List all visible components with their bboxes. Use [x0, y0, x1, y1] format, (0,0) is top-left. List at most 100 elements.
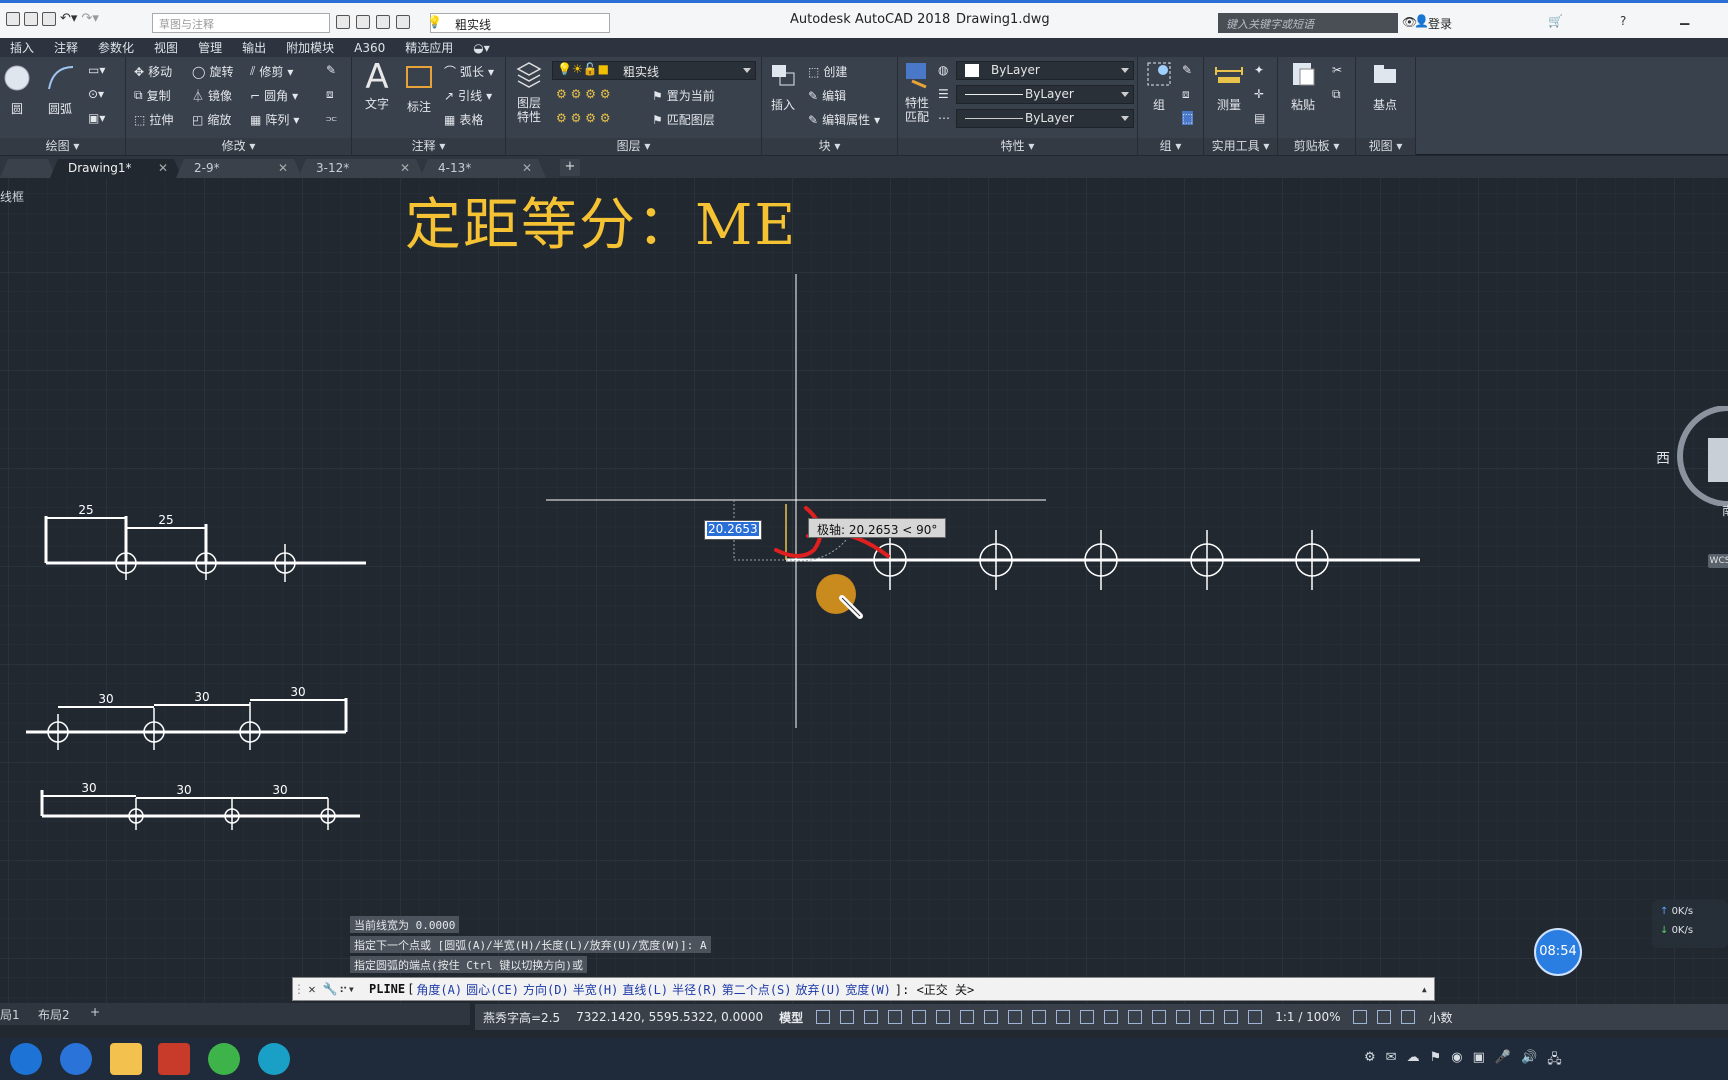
lineweight-icon[interactable]: ⋯ — [938, 111, 950, 125]
drawing-canvas[interactable]: 25 25 30 30 30 30 30 30 线框 定距等分：ME 20.26… — [0, 178, 1728, 1004]
menu-item-featured[interactable]: 精选应用 — [395, 39, 463, 56]
minimize-icon[interactable]: ▁ — [1680, 11, 1689, 25]
annotation-scale-dropdown[interactable]: 1:1 / 100% — [1267, 1010, 1348, 1024]
tray-icon[interactable]: ⚙ — [1364, 1050, 1376, 1072]
selection-filter-icon[interactable] — [1152, 1010, 1167, 1024]
cart-icon[interactable]: 🛒 — [1548, 14, 1563, 28]
linetype-dropdown[interactable]: ByLayer — [956, 85, 1134, 104]
dynamic-ucs-icon[interactable] — [1128, 1010, 1143, 1024]
group-edit-icon[interactable]: ⧈ — [1182, 87, 1190, 102]
option-second-point[interactable]: 第二个点(S) — [722, 981, 792, 998]
erase-tool[interactable]: ✎ — [326, 63, 336, 77]
clipboard-panel-title[interactable]: 剪贴板 ▾ — [1278, 138, 1355, 155]
wechat-icon[interactable] — [208, 1043, 240, 1075]
tab-4-13[interactable]: 4-13* ✕ — [420, 159, 546, 178]
tab-2-9[interactable]: 2-9* ✕ — [176, 159, 302, 178]
chevron-up-icon[interactable]: ▴ — [1421, 982, 1428, 996]
tray-icon[interactable]: ☁ — [1407, 1050, 1420, 1072]
menu-item-output[interactable]: 输出 — [232, 39, 276, 56]
id-point-icon[interactable]: ✦ — [1254, 63, 1264, 77]
layers-panel-title[interactable]: 图层 ▾ — [506, 138, 761, 155]
start-icon[interactable] — [10, 1043, 42, 1075]
option-center[interactable]: 圆心(CE) — [466, 981, 519, 998]
save-as-icon[interactable] — [24, 11, 38, 26]
login-button[interactable]: 登录 — [1428, 15, 1452, 32]
explode-tool[interactable]: ⧈ — [326, 87, 334, 102]
annotation-scale-icon[interactable] — [1248, 1010, 1263, 1024]
option-line[interactable]: 直线(L) — [622, 981, 668, 998]
stretch-button[interactable]: ⬚ 拉伸 — [134, 111, 173, 128]
paste-button[interactable]: 粘贴 — [1288, 59, 1318, 113]
layer-props-button[interactable]: 图层 特性 — [514, 59, 544, 124]
lineweight-toggle-icon[interactable] — [1032, 1010, 1047, 1024]
grid-icon[interactable] — [816, 1010, 831, 1024]
app-k-icon[interactable] — [60, 1043, 92, 1075]
menu-item-parametric[interactable]: 参数化 — [88, 39, 144, 56]
edit-block-button[interactable]: ✎ 编辑 — [808, 87, 846, 104]
trim-button[interactable]: ⫽ 修剪 ▾ — [250, 63, 293, 80]
model-space-button[interactable]: 模型 — [771, 1009, 811, 1026]
view-panel-title[interactable]: 视图 ▾ — [1356, 138, 1415, 155]
table-button[interactable]: ▦ 表格 — [444, 111, 483, 128]
circle-button[interactable]: 圆 — [2, 63, 32, 117]
tray-icon[interactable]: ✉ — [1386, 1050, 1397, 1072]
gear-icon[interactable] — [1353, 1010, 1368, 1024]
layer-dropdown[interactable]: 💡☀🔓■ 粗实线 — [552, 61, 756, 80]
save-icon[interactable] — [6, 11, 20, 26]
3d-osnap-icon[interactable] — [1104, 1010, 1119, 1024]
modify-panel-title[interactable]: 修改 ▾ — [126, 138, 351, 155]
leader-button[interactable]: ↗ 引线 ▾ — [444, 87, 492, 104]
option-angle[interactable]: 角度(A) — [416, 981, 462, 998]
auto-scale-icon[interactable] — [1224, 1010, 1239, 1024]
help-icon[interactable]: ? — [1620, 14, 1626, 28]
edge-icon[interactable] — [258, 1043, 290, 1075]
autocad-icon[interactable] — [158, 1043, 190, 1075]
arc-button[interactable]: 圆弧 — [42, 63, 78, 117]
hatch-tool[interactable]: ⊙▾ — [88, 87, 104, 101]
move-button[interactable]: ✥ 移动 — [134, 63, 172, 80]
option-radius[interactable]: 半径(R) — [672, 981, 718, 998]
groups-panel-title[interactable]: 组 ▾ — [1138, 138, 1203, 155]
viewcube[interactable]: 西 南 WCS — [1656, 405, 1728, 568]
workspace-selector[interactable]: 草图与注释 — [152, 13, 330, 33]
close-icon[interactable]: ✕ — [522, 161, 532, 175]
layer-tools-row2[interactable]: ⚙ ⚙ ⚙ ⚙ — [556, 111, 610, 125]
option-width[interactable]: 宽度(W) — [845, 981, 891, 998]
polar-icon[interactable] — [936, 1010, 951, 1024]
ortho-icon[interactable] — [912, 1010, 927, 1024]
color-dropdown[interactable]: ByLayer — [956, 61, 1134, 80]
properties-panel-title[interactable]: 特性 ▾ — [898, 138, 1137, 155]
print-icon[interactable] — [42, 11, 56, 26]
dynamic-input-icon[interactable] — [888, 1010, 903, 1024]
array-button[interactable]: ▦ 阵列 ▾ — [250, 111, 299, 128]
close-icon[interactable]: ✕ — [400, 161, 410, 175]
ungroup-icon[interactable]: ✎ — [1182, 63, 1192, 77]
tray-icon[interactable]: ⚑ — [1430, 1050, 1442, 1072]
tab-drawing1[interactable]: Drawing1* ✕ — [50, 159, 182, 178]
search-input[interactable]: 键入关键字或短语 — [1218, 13, 1398, 33]
coordinates-readout[interactable]: 7322.1420, 5595.5322, 0.0000 — [568, 1010, 771, 1024]
set-current-button[interactable]: ⚑ 置为当前 — [652, 87, 715, 104]
color-wheel-icon[interactable]: ◍ — [938, 63, 948, 77]
rotate-button[interactable]: ◯ 旋转 — [192, 63, 233, 80]
plot-icon[interactable] — [396, 15, 410, 29]
utilities-panel-title[interactable]: 实用工具 ▾ — [1204, 138, 1277, 155]
tray-icon[interactable]: ◉ — [1451, 1050, 1462, 1072]
cut-icon[interactable]: ✂ — [1332, 63, 1342, 77]
plus-icon[interactable] — [1377, 1010, 1392, 1024]
close-icon[interactable]: ✕ — [303, 982, 321, 996]
redo-icon[interactable]: ↷▾ — [81, 11, 98, 26]
transparency-icon[interactable] — [1056, 1010, 1071, 1024]
dynamic-input-field[interactable]: 20.2653 — [704, 520, 762, 540]
arc-length-button[interactable]: ⌒ 弧长 ▾ — [444, 63, 494, 80]
match-layer-button[interactable]: ⚑ 匹配图层 — [652, 111, 715, 128]
tab-layout2[interactable]: 布局2 — [38, 1006, 70, 1023]
gizmo-icon[interactable] — [1176, 1010, 1191, 1024]
create-block-button[interactable]: ⬚ 创建 — [808, 63, 847, 80]
tab-start[interactable] — [0, 159, 56, 178]
region-tool[interactable]: ▣▾ — [88, 111, 105, 125]
block-panel-title[interactable]: 块 ▾ — [762, 138, 897, 155]
volume-icon[interactable]: 🔊 — [1521, 1050, 1537, 1072]
command-line[interactable]: ⋮ ✕ 🔧 ⠖▾ PLINE [ 角度(A) 圆心(CE) 方向(D) 半宽(H… — [292, 977, 1435, 1001]
wcs-button[interactable]: WCS — [1708, 554, 1728, 568]
